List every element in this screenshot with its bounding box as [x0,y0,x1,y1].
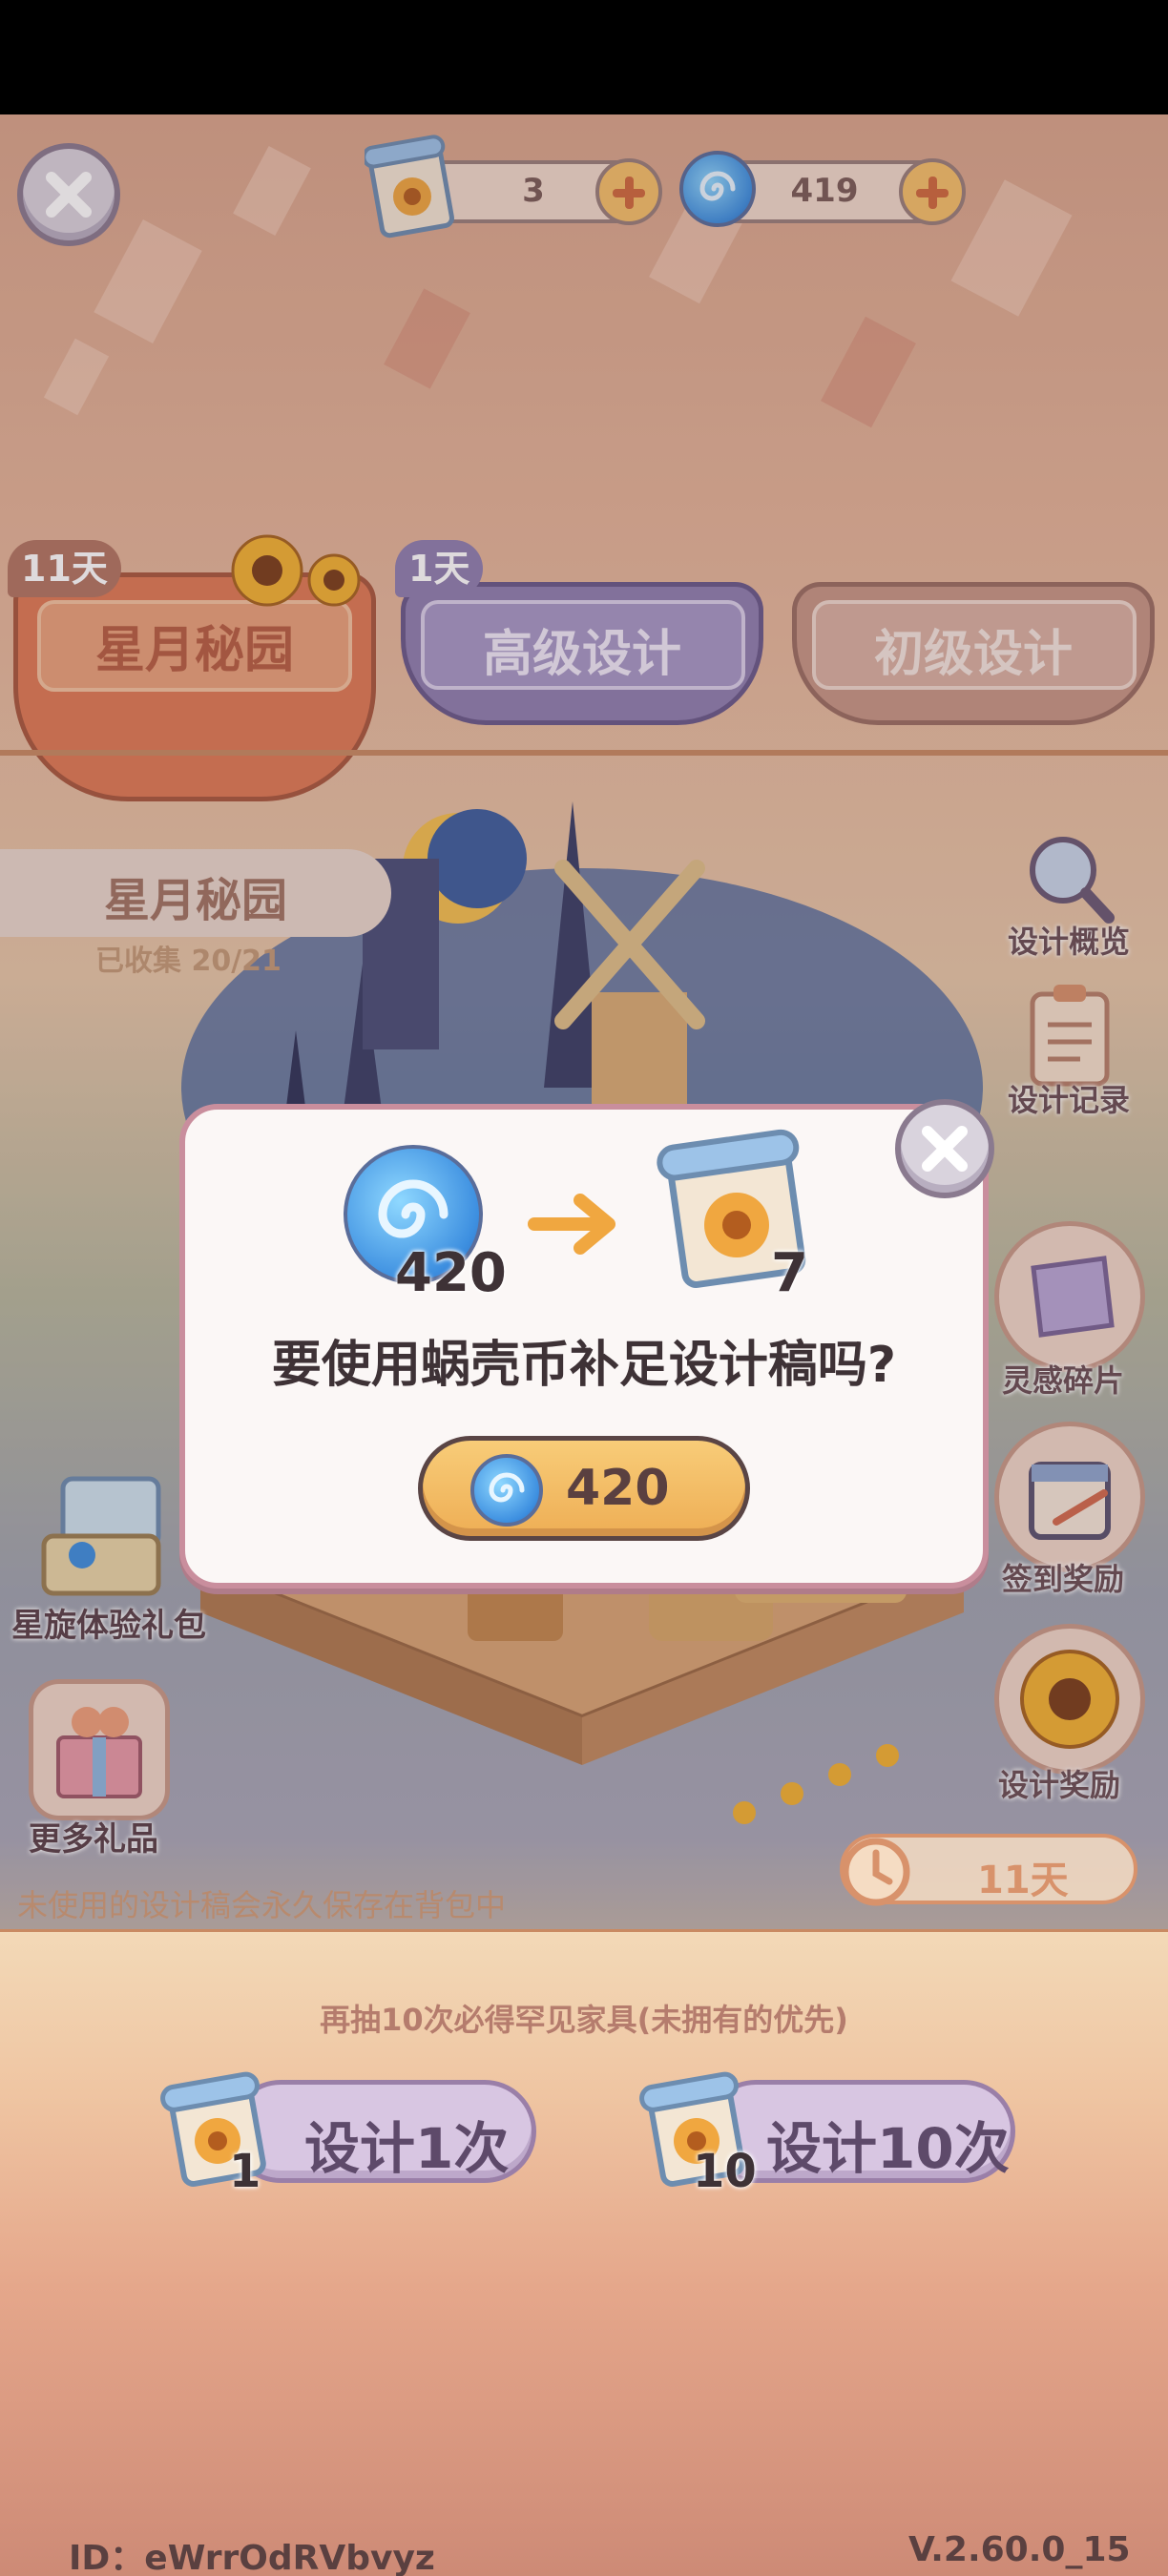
dialog-question: 要使用蜗壳币补足设计稿吗? [271,1337,897,1394]
confirm-cost: 420 [566,1460,670,1517]
guarantee-note: 再抽10次必得罕见家具(未拥有的优先) [320,2002,848,2038]
save-note: 未使用的设计稿会永久保存在背包中 [17,1887,507,1923]
confirm-exchange-button[interactable]: 420 [418,1436,750,1541]
timer-days: 11天 [977,1859,1069,1902]
clock-icon [842,1838,910,1906]
player-id: ID：eWrrOdRVbvyz [69,2539,435,2576]
draw-ten-cost: 10 [693,2145,757,2198]
close-icon [922,1126,968,1172]
event-timer: 11天 [840,1834,1137,1906]
system-status-bar [0,0,1168,114]
version-label: V.2.60.0_15 [908,2530,1131,2569]
cost-coin-amount: 420 [395,1242,507,1304]
draw-once-label: 设计1次 [304,2116,510,2181]
snail-coin-icon [470,1454,543,1527]
draw-ten-label: 设计10次 [766,2116,1010,2181]
dialog-close-button[interactable] [895,1099,994,1198]
draw-once-button[interactable]: 设计1次 [229,2080,536,2183]
result-scroll-amount: 7 [771,1242,808,1304]
arrow-right-icon [528,1194,615,1255]
draw-once-cost: 1 [229,2145,261,2198]
